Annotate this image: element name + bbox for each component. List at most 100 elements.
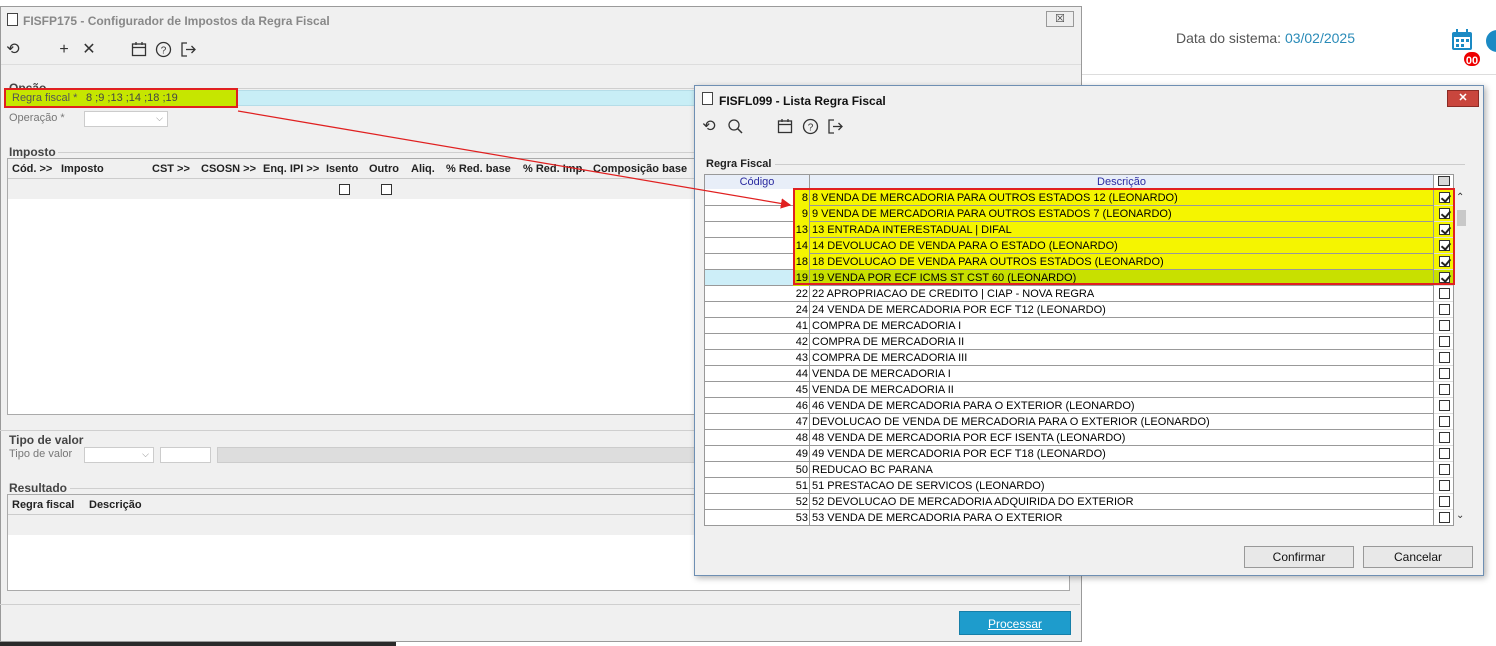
help-icon[interactable]: ? [154, 41, 172, 59]
confirmar-button[interactable]: Confirmar [1244, 546, 1354, 568]
table-row[interactable]: 22 22 APROPRIACAO DE CREDITO | CIAP - NOV… [705, 286, 1453, 302]
row-select-cell [1434, 478, 1453, 494]
row-code-text: 48 [795, 432, 808, 444]
section-imposto: Imposto [9, 145, 56, 159]
row-checkbox[interactable] [1439, 384, 1450, 395]
col-outro[interactable]: Outro [369, 163, 399, 175]
table-row[interactable]: 52 52 DEVOLUCAO DE MERCADORIA ADQUIRIDA D… [705, 494, 1453, 510]
dialog-close-button[interactable]: ✕ [1447, 90, 1479, 107]
tipo-valor-select[interactable]: ⌵ [84, 447, 154, 463]
table-row[interactable]: 48 48 VENDA DE MERCADORIA POR ECF ISENTA … [705, 430, 1453, 446]
row-description: REDUCAO BC PARANA [810, 462, 1434, 478]
col-regra-fiscal[interactable]: Regra fiscal [12, 499, 74, 511]
row-checkbox[interactable] [1439, 400, 1450, 411]
row-description: 24 VENDA DE MERCADORIA POR ECF T12 (LEON… [810, 302, 1434, 318]
row-description: 48 VENDA DE MERCADORIA POR ECF ISENTA (L… [810, 430, 1434, 446]
outro-checkbox[interactable] [381, 184, 392, 195]
row-checkbox[interactable] [1439, 512, 1450, 523]
table-row[interactable]: 43 COMPRA DE MERCADORIA III [705, 350, 1453, 366]
operacao-select[interactable]: ⌵ [84, 111, 168, 127]
scroll-thumb[interactable] [1457, 210, 1466, 226]
row-code-text: 53 [795, 512, 808, 524]
section-resultado: Resultado [9, 481, 68, 495]
col-cst[interactable]: CST >> [152, 163, 190, 175]
table-row[interactable]: 47 DEVOLUCAO DE VENDA DE MERCADORIA PARA … [705, 414, 1453, 430]
calendar-icon[interactable] [776, 118, 794, 136]
table-row[interactable]: 41 COMPRA DE MERCADORIA I [705, 318, 1453, 334]
refresh-icon[interactable]: ⟲ [700, 118, 718, 136]
row-code-text: 24 [795, 304, 808, 316]
main-close-button[interactable]: ☒ [1046, 11, 1074, 27]
row-code: 47 [705, 414, 810, 430]
row-checkbox[interactable] [1439, 368, 1450, 379]
table-scrollbar[interactable]: ⌃ ⌄ [1454, 186, 1470, 526]
notification-badge: 00 [1462, 50, 1482, 68]
row-description: 46 VENDA DE MERCADORIA PARA O EXTERIOR (… [810, 398, 1434, 414]
help-icon[interactable]: ? [801, 118, 819, 136]
table-row[interactable]: 50 REDUCAO BC PARANA [705, 462, 1453, 478]
row-description: COMPRA DE MERCADORIA III [810, 350, 1434, 366]
regra-fiscal-value[interactable]: 8 ;9 ;13 ;14 ;18 ;19 [86, 92, 178, 104]
search-icon[interactable] [726, 118, 744, 136]
calendar-icon[interactable] [1450, 28, 1474, 52]
col-descricao[interactable]: Descrição [810, 175, 1434, 189]
row-description: 51 PRESTACAO DE SERVICOS (LEONARDO) [810, 478, 1434, 494]
col-cod[interactable]: Cód. >> [12, 163, 52, 175]
col-descricao[interactable]: Descrição [89, 499, 142, 511]
col-csosn[interactable]: CSOSN >> [201, 163, 256, 175]
col-imposto[interactable]: Imposto [61, 163, 104, 175]
isento-checkbox[interactable] [339, 184, 350, 195]
col-red-base[interactable]: % Red. base [446, 163, 511, 175]
col-enq-ipi[interactable]: Enq. IPI >> [263, 163, 319, 175]
scroll-up-icon[interactable]: ⌃ [1456, 192, 1464, 203]
row-checkbox[interactable] [1439, 448, 1450, 459]
section-tipo-valor: Tipo de valor [9, 433, 84, 447]
col-aliq[interactable]: Aliq. [411, 163, 435, 175]
table-row[interactable]: 51 51 PRESTACAO DE SERVICOS (LEONARDO) [705, 478, 1453, 494]
row-checkbox[interactable] [1439, 464, 1450, 475]
row-checkbox[interactable] [1439, 480, 1450, 491]
exit-icon[interactable] [179, 41, 197, 59]
col-isento[interactable]: Isento [326, 163, 358, 175]
table-row[interactable]: 46 46 VENDA DE MERCADORIA PARA O EXTERIOR… [705, 398, 1453, 414]
calendar-icon[interactable] [130, 41, 148, 59]
table-row[interactable]: 53 53 VENDA DE MERCADORIA PARA O EXTERIOR [705, 510, 1453, 525]
row-code: 53 [705, 510, 810, 525]
row-checkbox[interactable] [1439, 336, 1450, 347]
row-checkbox[interactable] [1439, 416, 1450, 427]
row-checkbox[interactable] [1439, 432, 1450, 443]
row-code: 48 [705, 430, 810, 446]
system-date-value: 03/02/2025 [1284, 30, 1356, 46]
row-code-text: 45 [795, 384, 808, 396]
row-checkbox[interactable] [1439, 352, 1450, 363]
table-row[interactable]: 24 24 VENDA DE MERCADORIA POR ECF T12 (LE… [705, 302, 1453, 318]
row-description: 53 VENDA DE MERCADORIA PARA O EXTERIOR [810, 510, 1434, 525]
col-red-imp[interactable]: % Red. Imp. [523, 163, 585, 175]
refresh-icon[interactable]: ⟲ [4, 41, 22, 59]
table-row[interactable]: 45 VENDA DE MERCADORIA II [705, 382, 1453, 398]
row-code-text: 43 [795, 352, 808, 364]
col-composicao-base[interactable]: Composição base [593, 163, 687, 175]
regra-fiscal-field[interactable]: Regra fiscal * 8 ;9 ;13 ;14 ;18 ;19 [4, 88, 238, 108]
dialog-toolbar: ⟲ ? [695, 114, 1483, 144]
exit-icon[interactable] [826, 118, 844, 136]
row-code: 46 [705, 398, 810, 414]
processar-button[interactable]: Processar [959, 611, 1071, 635]
select-all-checkbox[interactable] [1438, 176, 1450, 186]
row-checkbox[interactable] [1439, 288, 1450, 299]
table-row[interactable]: 49 49 VENDA DE MERCADORIA POR ECF T18 (LE… [705, 446, 1453, 462]
add-icon[interactable]: + [55, 41, 73, 59]
row-checkbox[interactable] [1439, 304, 1450, 315]
row-checkbox[interactable] [1439, 496, 1450, 507]
row-code-text: 49 [795, 448, 808, 460]
main-window-title: FISFP175 - Configurador de Impostos da R… [23, 14, 330, 28]
row-checkbox[interactable] [1439, 320, 1450, 331]
delete-icon[interactable]: ✕ [80, 41, 98, 59]
scroll-down-icon[interactable]: ⌄ [1456, 510, 1464, 521]
divider [0, 604, 1080, 605]
tipo-valor-input[interactable] [160, 447, 211, 463]
table-row[interactable]: 42 COMPRA DE MERCADORIA II [705, 334, 1453, 350]
col-codigo[interactable]: Código [705, 175, 810, 189]
cancelar-button[interactable]: Cancelar [1363, 546, 1473, 568]
table-row[interactable]: 44 VENDA DE MERCADORIA I [705, 366, 1453, 382]
